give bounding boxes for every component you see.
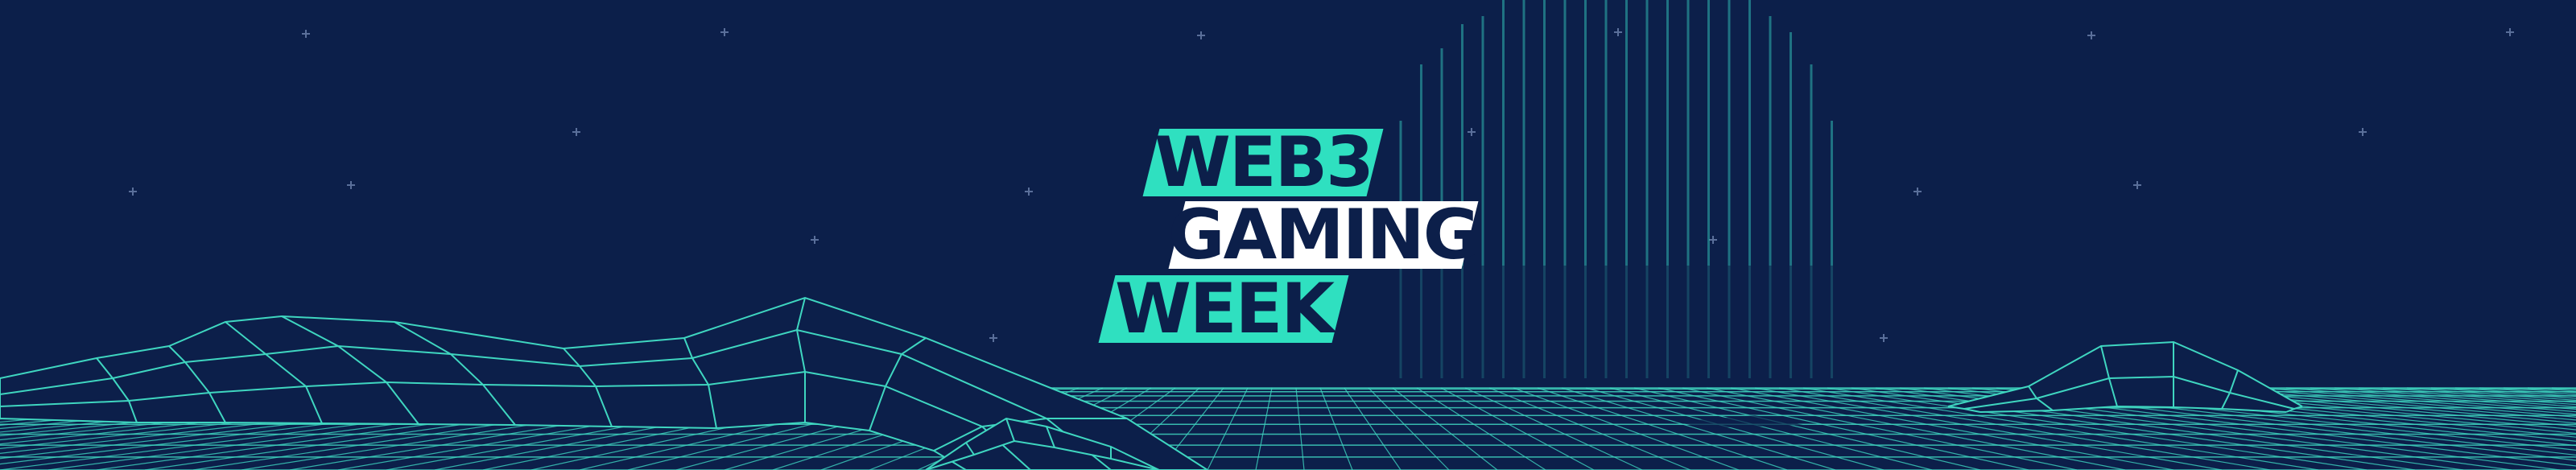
logo-text-week: WEEK (1114, 269, 1333, 349)
logo-word-web3: WEB3 (1142, 122, 1384, 203)
logo-text-web3: WEB3 (1154, 122, 1373, 203)
logo-word-week: WEEK (1098, 269, 1349, 349)
web3-gaming-week-banner: WEB3 GAMING WEEK (0, 0, 2576, 470)
logo-word-gaming: GAMING (1168, 195, 1479, 275)
logo-text-gaming: GAMING (1168, 195, 1479, 275)
